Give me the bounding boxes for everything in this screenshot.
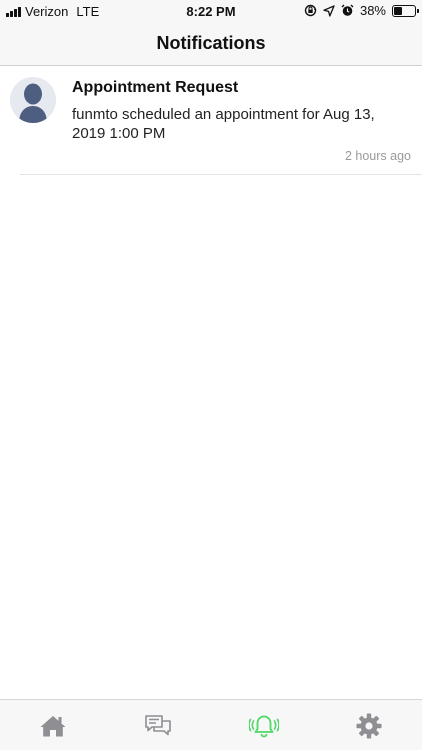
tab-bar — [0, 699, 422, 750]
screen-rotation-lock-icon — [304, 4, 317, 17]
navigation-bar: Notifications — [0, 22, 422, 66]
tab-notifications[interactable] — [211, 700, 317, 751]
status-right: 38% — [304, 3, 416, 18]
bell-ringing-icon — [249, 714, 279, 738]
chat-bubbles-icon — [144, 714, 172, 738]
alarm-clock-icon — [341, 4, 354, 17]
battery-fill — [394, 7, 402, 15]
tab-home[interactable] — [0, 700, 106, 751]
home-icon — [39, 714, 67, 738]
notification-item[interactable]: Appointment Request funmto scheduled an … — [0, 67, 422, 175]
notification-list: Appointment Request funmto scheduled an … — [0, 67, 422, 175]
battery-percent: 38% — [360, 3, 386, 18]
location-arrow-icon — [323, 5, 335, 17]
tab-settings[interactable] — [317, 700, 422, 751]
notification-body: funmto scheduled an appointment for Aug … — [72, 105, 402, 143]
notification-title: Appointment Request — [72, 79, 238, 97]
tab-messages[interactable] — [106, 700, 212, 751]
page-title: Notifications — [0, 33, 422, 54]
battery-icon — [392, 5, 416, 17]
status-bar: Verizon LTE 8:22 PM 38% — [0, 0, 422, 22]
divider — [20, 174, 422, 175]
notification-time: 2 hours ago — [345, 149, 411, 163]
default-user-avatar-icon — [10, 77, 56, 123]
gear-icon — [356, 713, 382, 739]
